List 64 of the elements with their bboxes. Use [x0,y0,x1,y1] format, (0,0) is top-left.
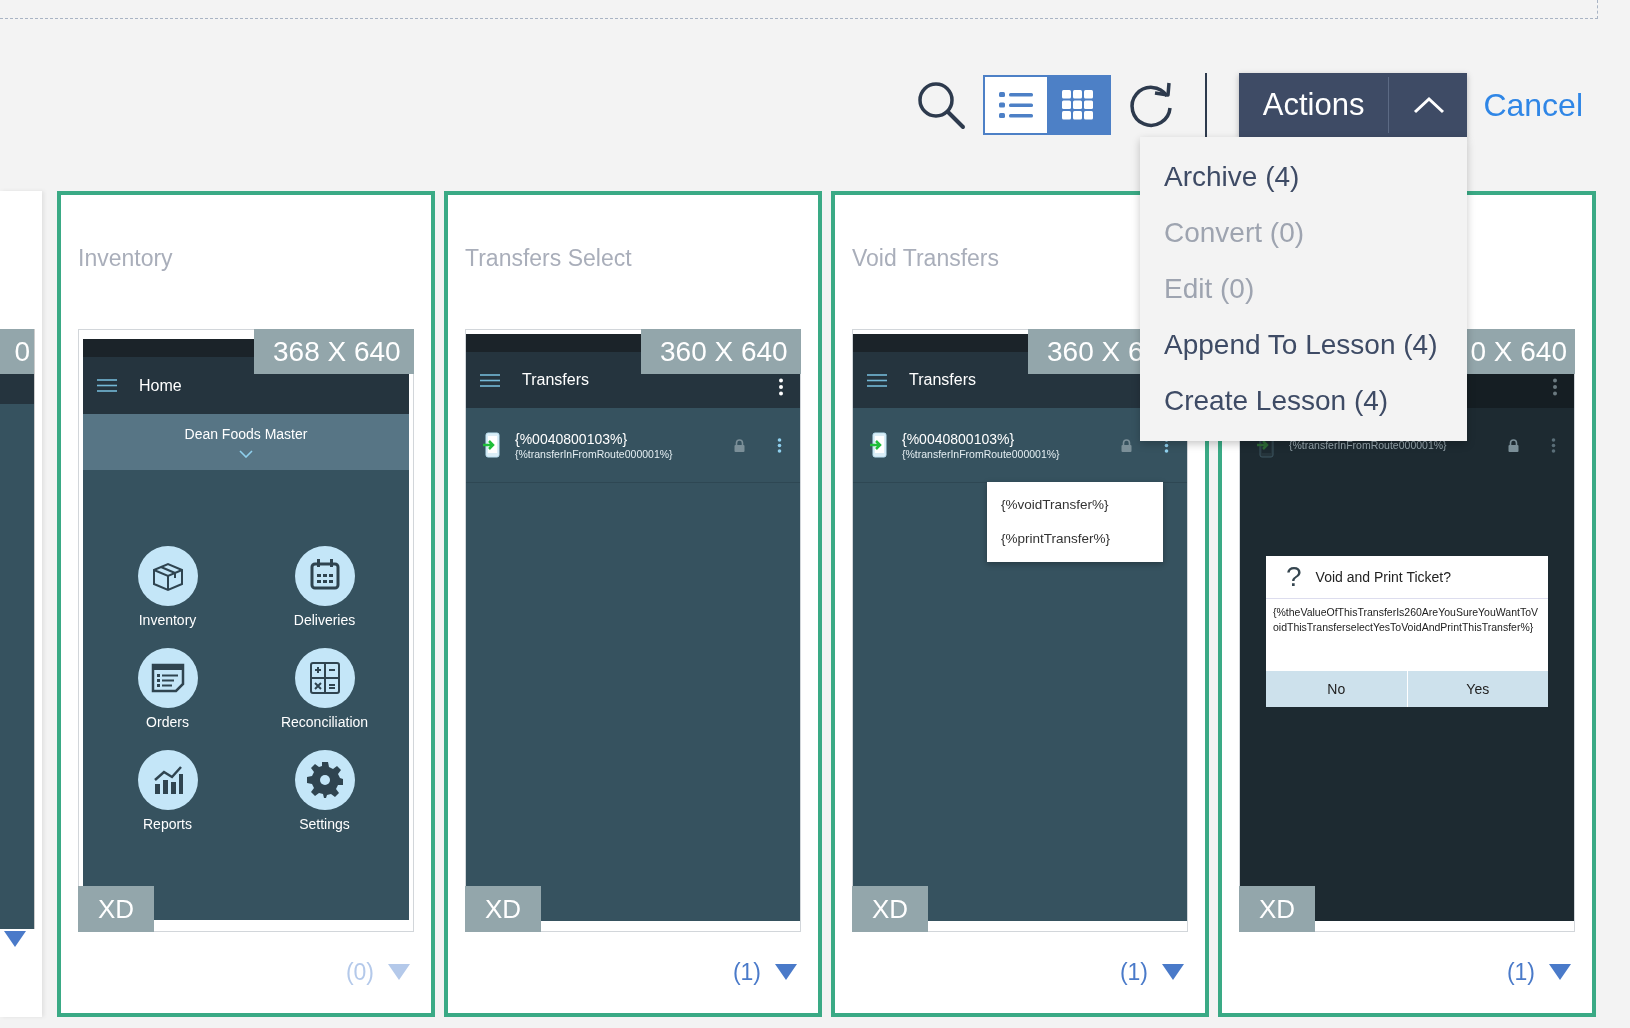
app-bar [0,374,34,404]
orders-icon[interactable] [137,648,198,708]
tile-label: Deliveries [293,612,356,628]
row-subtitle: {%transferInFromRoute000001%} [1289,439,1448,451]
popup-menu-item[interactable]: {%voidTransfer%} [987,488,1163,522]
app-title: Transfers [909,371,976,389]
hamburger-icon[interactable] [867,373,887,387]
kebab-icon[interactable] [778,378,784,396]
tile-label: Inventory [138,612,197,628]
row-subtitle: {%transferInFromRoute000001%} [515,447,674,460]
lock-icon [1121,438,1132,452]
xd-badge: XD [1239,886,1315,932]
list-row[interactable]: {%0040800103%} {%transferInFromRoute000001%} [466,408,800,483]
expand-triangle-icon[interactable] [1162,964,1184,980]
xd-badge: XD [465,886,541,932]
chevron-down-icon [239,450,253,458]
list-view-button[interactable] [984,77,1047,133]
card-title: Transfers Select [465,245,632,271]
dialog-title: Void and Print Ticket? [1315,569,1451,585]
gear-icon[interactable] [294,750,355,810]
expand-triangle-icon[interactable] [4,931,26,947]
size-badge: 368 X 640 [254,329,414,374]
calendar-icon[interactable] [294,546,355,606]
row-subtitle: {%transferInFromRoute000001%} [902,447,1061,460]
tile-label: Orders [146,714,189,730]
card[interactable]: Transfers Select 360 X 640 Transfers {%0040800103%} {%transferInFromRoute000001%} XD (1) [444,191,822,1017]
size-badge: 0 [0,329,34,374]
popup-menu-item[interactable]: {%printTransfer%} [987,522,1163,556]
account-selector[interactable]: Dean Foods Master [83,414,409,470]
calculator-icon[interactable] [294,648,355,708]
card-title: Void Transfers [852,245,1000,271]
usage-count: (1) [732,958,761,986]
usage-count: (0) [345,958,374,986]
app-title: Transfers [522,371,589,389]
tile-label: Reconciliation [280,714,369,730]
row-title: {%0040800103%} [515,430,629,447]
size-badge: 360 X 640 [641,329,801,374]
xd-badge: XD [852,886,928,932]
xd-badge: XD [78,886,154,932]
caret-icon [1413,96,1446,114]
app-title: Home [139,376,182,395]
usage-count: (1) [1119,958,1148,986]
usage-count: (1) [1506,958,1535,986]
dialog-button[interactable]: No [1266,671,1408,707]
box-icon[interactable] [137,546,198,606]
tile-label: Settings [299,816,350,832]
list-icon [998,91,1033,119]
tile-label: Reports [143,816,192,832]
chart-icon[interactable] [137,750,198,810]
dialog-button[interactable]: Yes [1407,671,1548,707]
question-icon: ? [1286,561,1302,593]
lock-icon [1508,438,1519,452]
row-title: {%0040800103%} [902,430,1016,447]
grid-view-button[interactable] [1046,77,1109,133]
dialog-message: {%theValueOfThisTransferIs260AreYouSureYouWantToVoidThisTransferselectYesToVoidAndPrintThisTransfer%} [1272,605,1539,635]
grid-icon [1061,90,1094,120]
expand-triangle-icon[interactable] [1549,964,1571,980]
card-title: Inventory [78,245,173,271]
hamburger-icon[interactable] [97,379,117,392]
hamburger-icon[interactable] [480,373,500,387]
lock-icon [734,438,745,452]
actions-button[interactable]: Actions [1238,73,1468,137]
expand-triangle-icon[interactable] [775,964,797,980]
card[interactable]: Inventory 368 X 640 Home Dean Foods Master Inventory Deliveries Orders Reconciliation Reports Settings XD (0) [57,191,435,1017]
